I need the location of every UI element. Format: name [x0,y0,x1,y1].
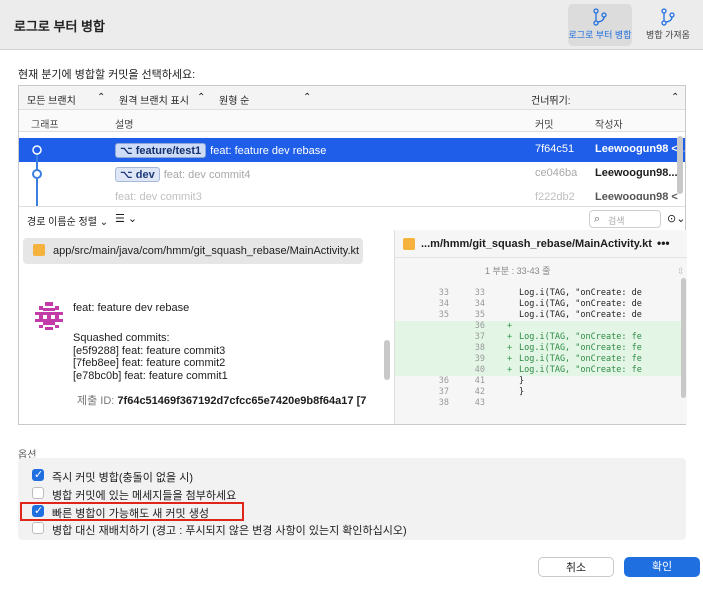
diff-code: 33 33 Log.i(TAG, "onCreate: de 34 34 Log.i(TA… [395,288,687,424]
diff-line: 35 35 Log.i(TAG, "onCreate: de [438,310,642,320]
ok-button[interactable]: 확인 [624,557,700,577]
diff-line: 38 43 [438,398,485,408]
checkbox[interactable] [32,487,44,499]
commit-hash: ce046ba [535,167,578,179]
commit-row[interactable]: ⌥ dev feat: dev commit4 ce046ba Leewoogun… [19,162,685,186]
cancel-button[interactable]: 취소 [538,557,614,577]
checkbox[interactable] [32,468,44,481]
more-options-button[interactable]: ⊙⌄ [667,212,685,225]
avatar [33,300,65,332]
sort-by-path-button[interactable]: 경로 이름순 정렬 ⌄ [27,213,108,228]
commit-id: 제출 ID: 7f64c51469f367192d7cfcc65e7420e9b… [77,392,366,408]
message-scrollbar[interactable] [384,340,390,380]
checkbox[interactable] [32,522,44,534]
commit-message-pane: feat: feature dev rebase Squashed commit… [19,282,395,424]
hunk-stepper-icon[interactable]: ⇳ [677,266,685,277]
merge-from-log-label: 로그로 부터 병합 [568,30,632,40]
diff-line: 39 + Log.i(TAG, "onCreate: fe [395,354,685,365]
skip-select[interactable]: 건너뛰기: [531,92,571,107]
commit-hash: 7f64c51 [535,143,575,155]
diff-line: 37 + Log.i(TAG, "onCreate: fe [395,332,685,343]
commit-message: feat: feature dev rebase [210,145,327,157]
search-icon: ⌕ [594,213,601,225]
merge-fetched-icon [661,8,675,26]
show-remote-chevron-icon[interactable]: ⌃ [197,92,205,103]
annotation-highlight-box [20,502,244,521]
branch-tag: ⌥ feature/test1 [115,143,207,158]
order-select[interactable]: 원형 순 [219,92,249,107]
details-area: app/src/main/java/com/hmm/git_squash_reb… [19,230,687,424]
diff-header: ...m/hmm/git_squash_rebase/MainActivity.… [395,230,687,258]
diff-line: 37 42} [438,387,525,397]
section-heading: 현재 분기에 병합할 커밋을 선택하세요: [18,69,196,81]
window-title: 로그로 부터 병합 [14,19,105,34]
col-commit[interactable]: 커밋 [535,116,553,131]
commit-row[interactable]: feat: dev commit3 f222db2 Leewoogun98 < [19,186,685,200]
show-remote-select[interactable]: 원격 브랜치 표시 [119,92,189,107]
diff-line: 40 + Log.i(TAG, "onCreate: fe [395,365,685,376]
col-description[interactable]: 설명 [115,116,133,131]
diff-pane: ...m/hmm/git_squash_rebase/MainActivity.… [395,230,687,424]
commit-message: feat: dev commit4 [163,169,251,181]
col-author[interactable]: 작성자 [595,116,623,131]
options-group: 즉시 커밋 병합(충돌이 없을 시) 병합 커밋에 있는 메세지들을 첨부하세요… [18,458,686,540]
col-graph[interactable]: 그래프 [31,116,59,131]
changed-file-item[interactable]: app/src/main/java/com/hmm/git_squash_reb… [23,238,363,264]
commit-author: Leewoogun98 <... [595,143,685,155]
diff-line: 36 41} [438,376,525,386]
commit-message: feat: dev commit3 [115,191,202,200]
search-placeholder: 검색 [608,216,625,226]
diff-line: 34 34 Log.i(TAG, "onCreate: de [438,299,642,309]
vertical-scrollbar[interactable] [677,136,683,194]
file-and-message-pane: app/src/main/java/com/hmm/git_squash_reb… [19,230,395,424]
file-icon [33,244,45,256]
merge-branch-icon [593,8,607,26]
search-input[interactable]: ⌕ 검색 [589,210,661,228]
merge-fetched-label: 병합 가져옴 [646,30,690,40]
view-options-button[interactable]: ☰ ⌄ [115,212,137,225]
commit-row[interactable]: ⌥ feature/test1 feat: feature dev rebase … [19,138,685,162]
diff-file-name: ...m/hmm/git_squash_rebase/MainActivity.… [421,238,652,250]
commit-author: Leewoogun98... [595,167,678,179]
commit-author: Leewoogun98 < [595,191,678,200]
title-bar: 로그로 부터 병합 로그로 부터 병합 병합 가져옴 [0,0,703,50]
merge-from-log-button[interactable]: 로그로 부터 병합 [568,4,632,46]
file-toolbar: 경로 이름순 정렬 ⌄ ☰ ⌄ ⌕ 검색 ⊙⌄ [19,206,685,230]
diff-scrollbar[interactable] [681,278,686,398]
diff-line: 33 33 Log.i(TAG, "onCreate: de [438,288,642,298]
commit-hash: f222db2 [535,191,575,200]
diff-line: 36 + [395,321,685,332]
diff-more-button[interactable]: ••• [657,236,670,250]
commit-title: feat: feature dev rebase [73,302,190,314]
column-header: 그래프 설명 커밋 작성자 [19,110,685,132]
file-path: app/src/main/java/com/hmm/git_squash_reb… [53,245,360,257]
file-icon [403,238,415,250]
filter-bar: 모든 브랜치 ⌃ 원격 브랜치 표시 ⌃ 원형 순 ⌃ 건너뛰기: ⌃ [19,86,685,110]
all-branches-select[interactable]: 모든 브랜치 [27,92,76,107]
hunk-header: 1 부분 : 33-43 줄 [485,266,551,276]
order-chevron-icon[interactable]: ⌃ [303,92,311,103]
all-branches-chevron-icon[interactable]: ⌃ [97,92,105,103]
commit-id-label: 제출 ID: [77,395,115,407]
commit-id-value: 7f64c51469f367192d7cfcc65e7420e9b8f64a17… [117,395,367,407]
commit-body: Squashed commits: [e5f9288] feat: featur… [73,332,228,382]
diff-line: 38 + Log.i(TAG, "onCreate: fe [395,343,685,354]
skip-chevron-icon[interactable]: ⌃ [671,92,679,103]
merge-fetched-button[interactable]: 병합 가져옴 [636,4,700,46]
branch-tag: ⌥ dev [115,167,160,182]
commit-panel: 모든 브랜치 ⌃ 원격 브랜치 표시 ⌃ 원형 순 ⌃ 건너뛰기: ⌃ 그래프 … [18,85,687,425]
